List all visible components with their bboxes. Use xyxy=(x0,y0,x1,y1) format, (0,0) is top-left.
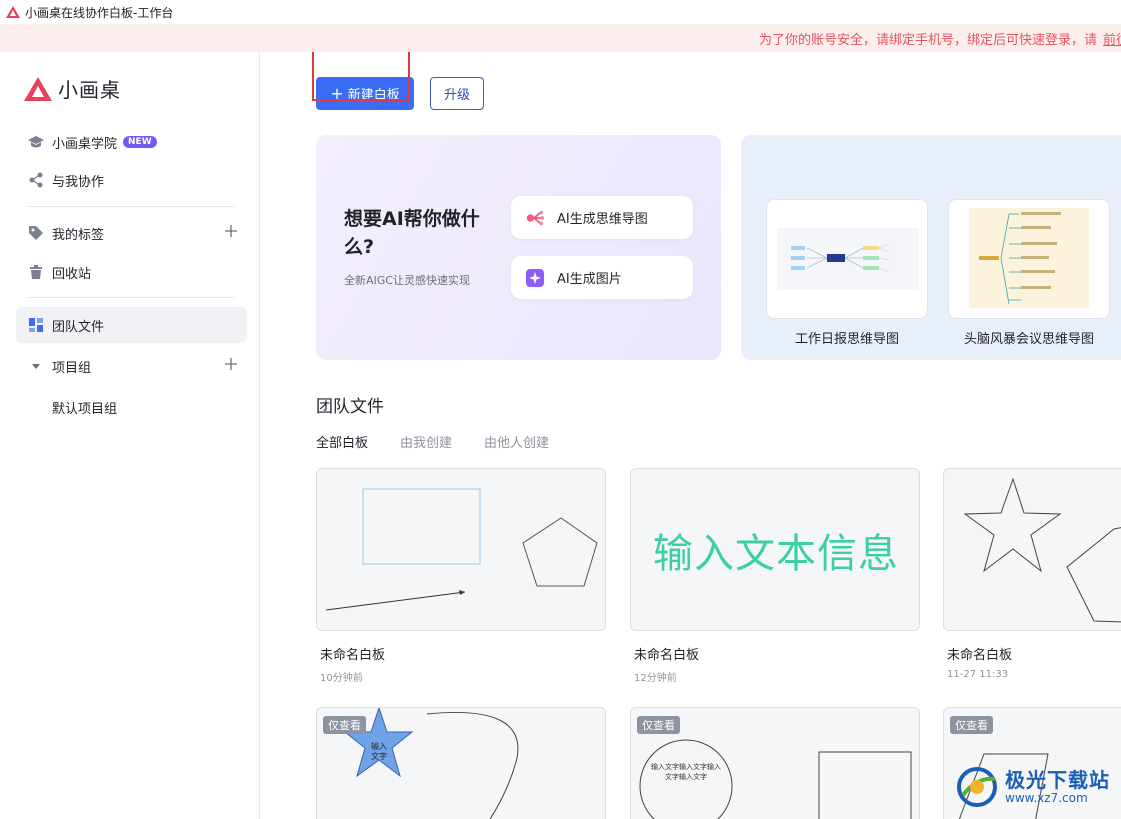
new-badge: NEW xyxy=(123,136,157,148)
watermark-text: 极光下载站 xyxy=(1005,768,1110,792)
board-preview-shapes xyxy=(963,477,1121,623)
watermark-url: www.xz7.com xyxy=(1005,791,1088,805)
tag-icon xyxy=(28,225,44,241)
bind-phone-banner: 为了你的账号安全，请绑定手机号，绑定后可快速登录，请 前往 xyxy=(0,24,1121,52)
board-time: 10分钟前 xyxy=(320,673,363,684)
sidebar-item-team-files[interactable]: 团队文件 xyxy=(16,307,247,343)
sidebar-item-label: 回收站 xyxy=(52,266,92,282)
watermark-logo-icon xyxy=(957,767,997,807)
ai-mindmap-label: AI生成思维导图 xyxy=(557,212,648,227)
ai-promo-card: 想要AI帮你做什么? 全新AIGC让灵感快速实现 AI生成思维导图 AI生成图片 xyxy=(316,135,721,360)
board-card[interactable] xyxy=(316,468,606,631)
board-time: 11-27 11:33 xyxy=(947,669,1009,680)
ai-promo-title: 想要AI帮你做什么? xyxy=(344,208,480,258)
template-thumb-daily-report[interactable] xyxy=(766,199,928,319)
sidebar-item-label: 小画桌学院 xyxy=(52,136,118,152)
window-title: 小画桌在线协作白板-工作台 xyxy=(25,5,174,20)
main-content: + 新建白板 升级 想要AI帮你做什么? 全新AIGC让灵感快速实现 AI生成思… xyxy=(261,52,1121,819)
template-label: 头脑风暴会议思维导图 xyxy=(963,332,1094,347)
readonly-badge: 仅查看 xyxy=(950,716,993,734)
readonly-badge: 仅查看 xyxy=(637,716,680,734)
team-files-title: 团队文件 xyxy=(316,397,384,417)
tab-created-by-others[interactable]: 由他人创建 xyxy=(484,432,549,451)
board-name: 未命名白板 xyxy=(947,648,1013,663)
add-project-icon[interactable] xyxy=(223,356,239,372)
board-name: 未命名白板 xyxy=(320,648,386,663)
sidebar-item-tags[interactable]: 我的标签 xyxy=(16,215,247,251)
highlight-box xyxy=(312,52,410,101)
ai-image-label: AI生成图片 xyxy=(557,272,622,287)
team-files-icon xyxy=(28,317,44,333)
share-icon xyxy=(28,172,44,188)
sidebar-item-label: 项目组 xyxy=(52,360,92,376)
banner-text: 为了你的账号安全，请绑定手机号，绑定后可快速登录，请 xyxy=(758,32,1097,48)
sidebar: 小画桌 小画桌学院 NEW 与我协作 我的标签 回收站 团队文件 项目组 默认项… xyxy=(0,52,260,819)
upgrade-button[interactable]: 升级 xyxy=(430,77,484,110)
board-card-readonly[interactable]: 输入 文字 仅查看 xyxy=(316,707,606,819)
board-card-readonly[interactable]: 输入文字输入文字输入文字输入文字 仅查看 xyxy=(630,707,920,819)
image-sparkle-icon xyxy=(525,268,545,288)
circle-text: 输入文字输入文字输入文字输入文字 xyxy=(651,763,721,781)
board-name: 未命名白板 xyxy=(634,648,700,663)
sidebar-item-trash[interactable]: 回收站 xyxy=(16,254,247,290)
templates-card: 工作日报思维导图 头脑风暴会议思维导图 xyxy=(741,135,1121,360)
tab-created-by-me[interactable]: 由我创建 xyxy=(400,432,452,451)
board-preview-shapes xyxy=(325,488,598,611)
file-filter-tabs: 全部白板 由我创建 由他人创建 xyxy=(316,432,581,451)
sidebar-item-project-group[interactable]: 项目组 xyxy=(16,348,247,384)
mindmap-preview-icon xyxy=(777,228,919,290)
board-time: 12分钟前 xyxy=(634,673,677,684)
star-text: 输入 文字 xyxy=(371,742,387,761)
sidebar-item-academy[interactable]: 小画桌学院 NEW xyxy=(16,124,247,160)
site-watermark: 极光下载站 www.xz7.com xyxy=(955,758,1121,816)
trash-icon xyxy=(28,264,44,280)
brand[interactable]: 小画桌 xyxy=(24,74,121,103)
ai-mindmap-button[interactable]: AI生成思维导图 xyxy=(511,196,693,239)
ai-image-button[interactable]: AI生成图片 xyxy=(511,256,693,299)
board-card[interactable]: 输入文本信息 xyxy=(630,468,920,631)
sidebar-item-label: 我的标签 xyxy=(52,227,105,243)
caret-down-icon[interactable] xyxy=(28,358,44,374)
graduation-cap-icon xyxy=(28,134,44,150)
board-card[interactable] xyxy=(943,468,1121,631)
sidebar-item-collab[interactable]: 与我协作 xyxy=(16,162,247,198)
window-titlebar: 小画桌在线协作白板-工作台 xyxy=(0,0,1121,24)
template-thumb-brainstorm[interactable] xyxy=(948,199,1110,319)
mindmap-preview-icon xyxy=(969,208,1089,308)
ai-promo-subtitle: 全新AIGC让灵感快速实现 xyxy=(344,274,470,287)
sidebar-item-label: 与我协作 xyxy=(52,174,105,190)
sidebar-divider xyxy=(28,206,235,207)
template-label: 工作日报思维导图 xyxy=(794,332,899,347)
add-tag-icon[interactable] xyxy=(223,223,239,239)
mindmap-icon xyxy=(525,208,545,228)
board-preview-text: 输入文本信息 xyxy=(653,531,899,577)
app-logo-icon xyxy=(6,6,20,18)
banner-link[interactable]: 前往 xyxy=(1103,29,1121,48)
brand-logo-icon xyxy=(24,76,52,101)
sidebar-item-default-group[interactable]: 默认项目组 xyxy=(52,398,117,417)
sidebar-item-label: 团队文件 xyxy=(52,319,105,335)
tab-all-boards[interactable]: 全部白板 xyxy=(316,432,368,451)
sidebar-divider xyxy=(28,297,235,298)
brand-name: 小画桌 xyxy=(58,78,121,102)
readonly-badge: 仅查看 xyxy=(323,716,366,734)
